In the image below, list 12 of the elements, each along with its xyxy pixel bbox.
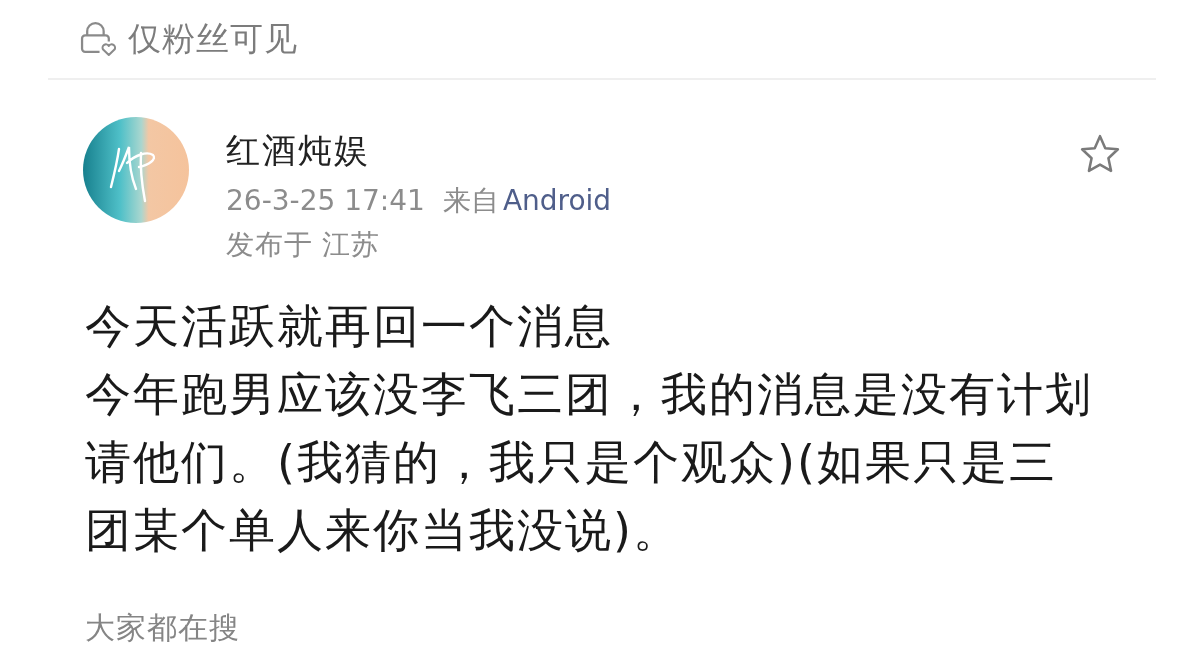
lock-heart-icon [80, 21, 116, 57]
post-time: 26-3-25 17:41 [226, 183, 425, 219]
source-prefix: 来自 [442, 183, 499, 219]
post-location: 发布于 江苏 [226, 228, 380, 262]
post-text: 今年跑男应该没李飞三团，我的消息是没有计划请他们。(我猜的，我只是个观众)(如果只是三团某个单人来你当我没说)。 [85, 366, 1094, 559]
avatar-icon[interactable] [83, 117, 189, 223]
visibility-label: 仅粉丝可见 [128, 19, 298, 59]
section-heading: 大家都在搜 [85, 610, 240, 646]
star-icon[interactable] [1080, 134, 1120, 173]
source-link[interactable]: Android [502, 179, 612, 223]
author-name[interactable]: 红酒炖娱 [226, 130, 370, 170]
post-text: 今天活跃就再回一个消息 [85, 298, 613, 355]
